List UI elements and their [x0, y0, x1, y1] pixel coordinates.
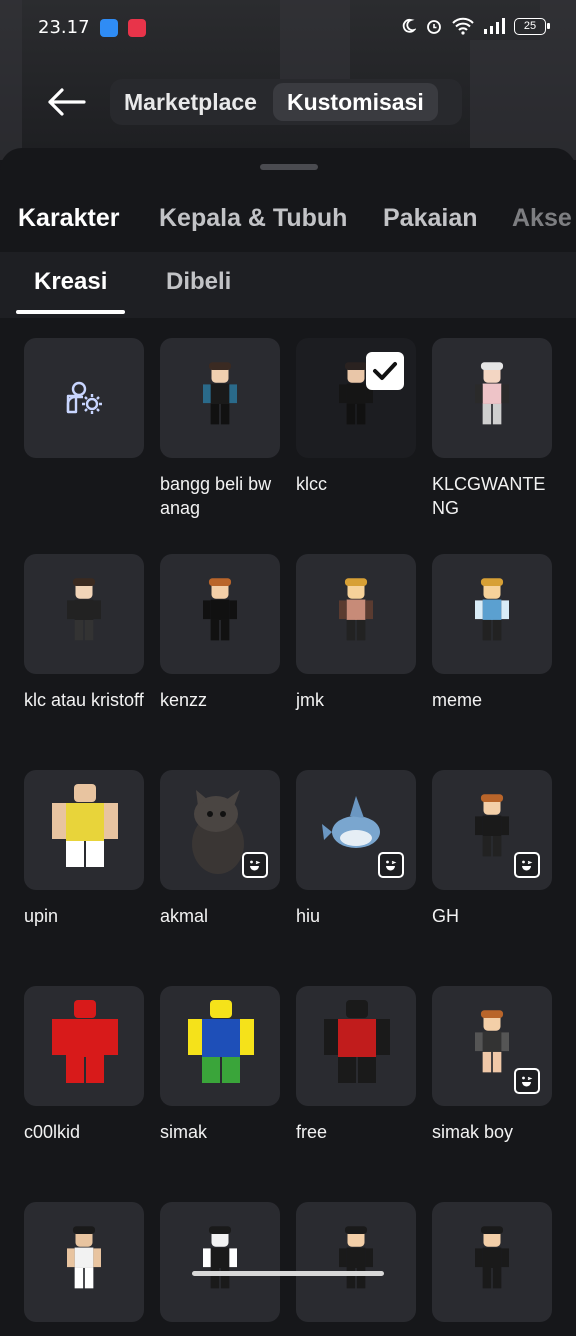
character-name: kenzz — [160, 690, 208, 710]
character-item[interactable]: klcc — [296, 338, 416, 496]
emote-icon — [514, 1068, 540, 1094]
character-thumbnail[interactable] — [160, 1202, 280, 1322]
character-thumbnail[interactable] — [160, 554, 280, 674]
character-thumbnail[interactable] — [160, 338, 280, 458]
character-name: klc atau kristoff — [24, 690, 144, 710]
character-name: bangg beli bwanag — [160, 474, 272, 518]
wifi-icon — [452, 17, 474, 35]
character-item[interactable]: meme — [432, 554, 552, 712]
bottom-sheet: Karakter Kepala & Tubuh Pakaian Akse Kre… — [0, 148, 576, 1322]
character-thumbnail[interactable] — [432, 1202, 552, 1322]
character-thumbnail[interactable] — [24, 770, 144, 890]
category-aksesori[interactable]: Akse — [512, 204, 572, 233]
character-item[interactable]: upin — [24, 770, 144, 928]
tab-marketplace[interactable]: Marketplace — [110, 83, 271, 121]
character-item[interactable] — [160, 1202, 280, 1336]
emote-icon — [514, 852, 540, 878]
home-indicator[interactable] — [192, 1271, 384, 1276]
status-time: 23.17 — [38, 17, 90, 38]
character-item[interactable]: c00lkid — [24, 986, 144, 1144]
character-item[interactable]: GH — [432, 770, 552, 928]
character-thumbnail[interactable] — [432, 770, 552, 890]
back-button[interactable] — [46, 84, 90, 120]
character-item[interactable]: simak — [160, 986, 280, 1144]
status-bar: 23.17 25 — [0, 0, 576, 56]
subtab-kreasi[interactable]: Kreasi — [34, 268, 107, 296]
character-thumbnail[interactable] — [296, 554, 416, 674]
character-name: klcc — [296, 474, 327, 494]
character-item[interactable] — [24, 1202, 144, 1336]
character-thumbnail[interactable] — [296, 338, 416, 458]
character-name: free — [296, 1122, 328, 1142]
character-item[interactable]: simak boy — [432, 986, 552, 1144]
character-item[interactable] — [432, 1202, 552, 1336]
character-thumbnail[interactable] — [160, 770, 280, 890]
avatar-create-icon — [66, 381, 102, 414]
character-item[interactable] — [296, 1202, 416, 1336]
character-name: akmal — [160, 906, 209, 926]
character-name: simak — [160, 1122, 208, 1142]
character-thumbnail[interactable] — [24, 986, 144, 1106]
checkmark-icon — [366, 352, 404, 390]
character-item[interactable]: free — [296, 986, 416, 1144]
battery-level: 25 — [523, 20, 537, 32]
character-item[interactable]: jmk — [296, 554, 416, 712]
character-thumbnail[interactable] — [296, 986, 416, 1106]
status-icons: 25 — [400, 17, 550, 35]
character-thumbnail[interactable] — [24, 1202, 144, 1322]
character-thumbnail[interactable] — [432, 338, 552, 458]
character-thumbnail[interactable] — [296, 1202, 416, 1322]
arrow-left-icon — [48, 88, 86, 116]
character-thumbnail[interactable] — [432, 554, 552, 674]
character-name: simak boy — [432, 1122, 514, 1142]
character-thumbnail[interactable] — [24, 554, 144, 674]
header-segmented-control: Marketplace Kustomisasi — [110, 79, 462, 125]
tab-kustomisasi[interactable]: Kustomisasi — [272, 83, 438, 121]
character-thumbnail[interactable] — [296, 770, 416, 890]
character-item[interactable]: hiu — [296, 770, 416, 928]
character-name: jmk — [296, 690, 324, 710]
character-name: meme — [432, 690, 483, 710]
character-name: hiu — [296, 906, 321, 926]
character-thumbnail[interactable] — [160, 986, 280, 1106]
emote-icon — [378, 852, 404, 878]
category-karakter[interactable]: Karakter — [18, 204, 119, 233]
character-name: KLCGWANTENG — [432, 474, 546, 518]
character-name: upin — [24, 906, 59, 926]
moon-icon — [402, 18, 416, 33]
alarm-icon — [427, 20, 441, 34]
category-pakaian[interactable]: Pakaian — [383, 204, 478, 233]
category-kepala-tubuh[interactable]: Kepala & Tubuh — [159, 204, 347, 233]
sale-notification-icon — [128, 19, 146, 37]
character-item[interactable]: bangg beli bwanag — [160, 338, 280, 520]
character-name: GH — [432, 906, 459, 926]
app-notification-icon — [100, 19, 118, 37]
signal-icon — [484, 18, 505, 34]
character-item[interactable]: kenzz — [160, 554, 280, 712]
character-item[interactable]: klc atau kristoff — [24, 554, 144, 712]
character-item[interactable]: akmal — [160, 770, 280, 928]
sheet-drag-handle[interactable] — [260, 164, 318, 170]
emote-icon — [242, 852, 268, 878]
character-thumbnail[interactable] — [24, 338, 144, 458]
battery-icon: 25 — [514, 17, 550, 35]
create-avatar-tile[interactable] — [24, 338, 144, 472]
character-name: c00lkid — [24, 1122, 81, 1142]
character-item[interactable]: KLCGWANTENG — [432, 338, 552, 520]
active-subtab-indicator — [16, 310, 125, 314]
subtab-dibeli[interactable]: Dibeli — [166, 268, 231, 296]
character-thumbnail[interactable] — [432, 986, 552, 1106]
